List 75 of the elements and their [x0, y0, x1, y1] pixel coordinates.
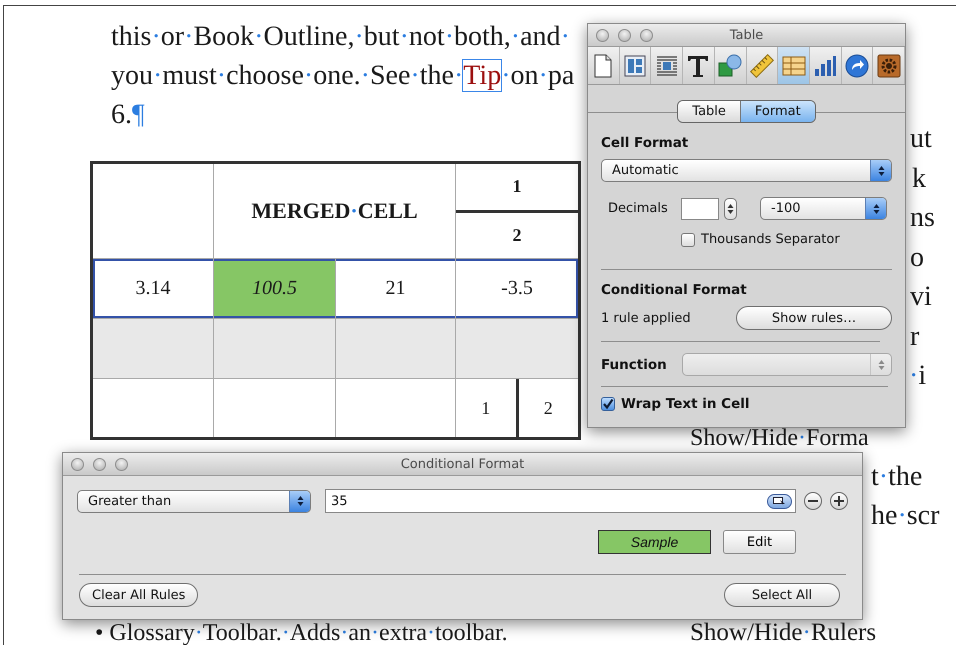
- section-heading: Cell Format: [601, 135, 690, 151]
- arrow-circle-icon: [844, 54, 869, 78]
- cross-reference-link[interactable]: Tip: [463, 60, 502, 91]
- paragraph-line: he·scr: [871, 499, 940, 533]
- table-cell: 2: [516, 379, 578, 437]
- window-title: Table: [730, 28, 764, 42]
- updown-arrow-icon: [878, 358, 884, 370]
- paragraph-line: Show/Hide·Forma: [690, 428, 869, 448]
- paragraph-line: k: [912, 162, 926, 196]
- clear-all-rules-button[interactable]: Clear All Rules: [79, 583, 198, 607]
- minus-icon: [808, 500, 818, 502]
- segment-tab[interactable]: Format: [740, 101, 815, 122]
- paragraph-line: t·the: [871, 460, 922, 494]
- select-all-button[interactable]: Select All: [724, 583, 840, 607]
- paragraph-line: ut: [910, 122, 932, 156]
- plus-icon: [834, 496, 844, 506]
- zoom-button[interactable]: [115, 458, 128, 470]
- rule-status: 1 rule applied: [601, 310, 691, 326]
- cell-picker-button[interactable]: [767, 494, 792, 508]
- updown-arrow-icon: [296, 495, 304, 507]
- segment-tab[interactable]: Table: [678, 101, 740, 122]
- bullet-marker: •: [95, 622, 104, 644]
- updown-arrow-icon: [872, 202, 880, 214]
- paragraph-line: r: [910, 320, 920, 354]
- condition-popup[interactable]: Greater than: [77, 490, 311, 512]
- decimals-field[interactable]: [681, 198, 719, 220]
- paragraph-line: ns: [910, 201, 935, 235]
- value-field[interactable]: 35: [325, 489, 796, 513]
- add-rule-button[interactable]: [830, 492, 848, 510]
- checkbox[interactable]: [601, 397, 615, 411]
- paragraph-line: Show/Hide·Rulers: [690, 620, 876, 644]
- gear-icon: [876, 54, 901, 78]
- negative-format-popup[interactable]: -100: [760, 197, 887, 220]
- checkbox-label: Thousands Separator: [701, 232, 840, 247]
- remove-rule-button[interactable]: [804, 492, 822, 510]
- table-cell-text: 1: [512, 175, 523, 198]
- bullet-text: Glossary·Toolbar.·Adds·an·extra·toolbar.: [109, 622, 508, 644]
- text-icon: [687, 54, 710, 78]
- paragraph-line: ·i: [909, 359, 926, 393]
- paragraph-line: o: [910, 240, 924, 274]
- checkbox[interactable]: [681, 232, 695, 246]
- text-wrap-icon: [656, 54, 678, 76]
- table-cell: 3.14: [92, 258, 214, 318]
- edit-button[interactable]: Edit: [723, 530, 796, 554]
- paragraph-line: 6.¶: [110, 98, 145, 132]
- style-sample: Sample: [598, 530, 711, 554]
- paragraph-line: vi: [910, 280, 932, 314]
- table-icon: [782, 56, 806, 76]
- updown-arrow-icon: [878, 164, 884, 176]
- close-button[interactable]: [71, 458, 84, 470]
- paragraph-line: this·or·Book·Outline,·but·not·both,·and·: [110, 20, 570, 54]
- updown-arrow-icon: [727, 202, 734, 214]
- table-cell: 100.5: [214, 258, 336, 318]
- show-rules-button[interactable]: Show rules…: [736, 306, 892, 330]
- document-icon: [593, 54, 614, 78]
- layout-icon: [624, 54, 646, 76]
- section-heading: Conditional Format: [601, 282, 748, 298]
- bar-chart-icon: [813, 54, 838, 76]
- stepper[interactable]: [724, 198, 737, 220]
- table-cell: 21: [336, 258, 456, 318]
- window-title: Conditional Format: [400, 456, 524, 472]
- table-cell: 2: [456, 210, 578, 258]
- decimals-label: Decimals: [608, 201, 669, 216]
- minimize-button[interactable]: [93, 458, 106, 470]
- format-popup[interactable]: Automatic: [601, 159, 892, 182]
- function-label: Function: [601, 356, 667, 372]
- close-button[interactable]: [596, 28, 609, 42]
- pointer-icon: [773, 496, 786, 506]
- zoom-button[interactable]: [640, 28, 653, 42]
- minimize-button[interactable]: [618, 28, 631, 42]
- table-cell: -3.5: [456, 258, 580, 318]
- paragraph-line: you·must·choose·one.·See·the·Tip·on·pa: [110, 59, 574, 93]
- checkbox-label: Wrap Text in Cell: [621, 396, 750, 412]
- shapes-icon: [718, 54, 742, 78]
- table-cell-text: 1: [480, 396, 492, 420]
